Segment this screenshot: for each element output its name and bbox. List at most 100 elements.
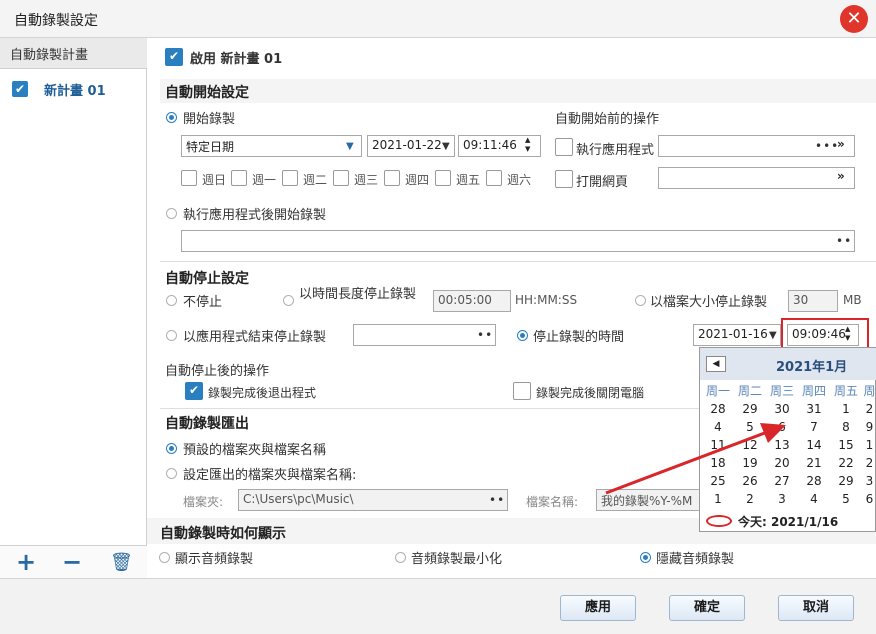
exit-app-label: 錄製完成後退出程式 <box>208 386 317 400</box>
calendar-day[interactable]: 3 <box>862 474 876 492</box>
annotation-arrow <box>605 423 786 495</box>
by-time-radio[interactable] <box>517 330 528 341</box>
no-stop-radio[interactable] <box>166 295 177 306</box>
weekday-row: 週日 週一 週二 週三 週四 週五 週六 <box>181 169 541 189</box>
open-web-url-input[interactable]: » <box>658 167 855 189</box>
auto-stop-title: 自動停止設定 <box>165 271 249 287</box>
calendar-day[interactable]: 29 <box>830 474 862 492</box>
weekday-checkbox[interactable] <box>384 170 400 186</box>
calendar-day[interactable]: 2 <box>862 456 876 474</box>
exit-app-checkbox[interactable]: ✔ <box>185 382 203 400</box>
by-duration-radio[interactable] <box>283 295 294 306</box>
calendar-day[interactable]: 31 <box>798 402 830 420</box>
weekday-checkbox[interactable] <box>435 170 451 186</box>
calendar-day[interactable]: 28 <box>798 474 830 492</box>
calendar-day[interactable]: 8 <box>830 420 862 438</box>
calendar-day[interactable]: 9 <box>862 420 876 438</box>
calendar-day[interactable]: 22 <box>830 456 862 474</box>
shutdown-checkbox[interactable] <box>513 382 531 400</box>
prev-month-button[interactable]: ◀ <box>706 356 726 372</box>
open-web-checkbox[interactable] <box>555 170 573 188</box>
ok-button[interactable]: 確定 <box>669 595 745 621</box>
hide-radio[interactable] <box>640 552 651 563</box>
calendar-weekday: 周二 <box>737 384 762 398</box>
calendar-day[interactable]: 7 <box>798 420 830 438</box>
cancel-button[interactable]: 取消 <box>778 595 854 621</box>
double-chevron-right-icon[interactable]: » <box>837 137 845 151</box>
minimize-radio[interactable] <box>395 552 406 563</box>
browse-dots-icon[interactable]: ••• <box>815 139 839 153</box>
by-duration-label: 以時間長度停止錄製 <box>299 287 417 302</box>
weekday-label: 週四 <box>405 173 430 187</box>
start-recording-radio[interactable] <box>166 112 177 123</box>
duration-input[interactable]: 00:05:00 <box>433 290 511 312</box>
spinner-arrows-icon[interactable]: ▲ ▼ <box>845 325 850 343</box>
folder-label: 檔案夾: <box>183 495 224 509</box>
browse-dots-icon[interactable]: ••• <box>477 328 495 342</box>
browse-dots-icon[interactable]: ••• <box>489 493 507 507</box>
calendar-day[interactable]: 6 <box>862 492 876 510</box>
by-app-end-radio[interactable] <box>166 330 177 341</box>
after-app-path-input[interactable]: ••• <box>181 230 855 252</box>
stop-date-picker[interactable]: 2021-01-16 ▼ <box>693 324 781 346</box>
stop-time-spinner[interactable]: 09:09:46 ▲ ▼ <box>787 324 859 346</box>
hide-label: 隱藏音頻錄製 <box>656 552 735 567</box>
add-plan-button[interactable]: + <box>16 548 36 576</box>
custom-export-radio[interactable] <box>166 468 177 479</box>
enable-plan-label: 啟用 新計畫 01 <box>190 52 283 67</box>
enable-plan-checkbox[interactable]: ✔ <box>165 48 183 66</box>
remove-plan-button[interactable]: − <box>62 548 82 576</box>
plan-list-item[interactable]: ✔ 新計畫 01 <box>0 74 147 104</box>
double-chevron-right-icon[interactable]: » <box>837 169 845 183</box>
by-size-radio[interactable] <box>635 295 646 306</box>
start-mode-select[interactable]: 特定日期 ▼ <box>181 135 362 157</box>
weekday-label: 週二 <box>303 173 328 187</box>
size-unit: MB <box>843 293 862 307</box>
weekday-checkbox[interactable] <box>282 170 298 186</box>
weekday-checkbox[interactable] <box>333 170 349 186</box>
app-end-path-input[interactable]: ••• <box>353 324 496 346</box>
browse-dots-icon[interactable]: ••• <box>836 234 854 248</box>
plan-enabled-checkbox[interactable]: ✔ <box>12 81 28 97</box>
weekday-checkbox[interactable] <box>181 170 197 186</box>
after-app-radio[interactable] <box>166 208 177 219</box>
calendar-day[interactable]: 1 <box>862 438 876 456</box>
chevron-down-icon: ▼ <box>346 141 354 152</box>
weekday-checkbox[interactable] <box>486 170 502 186</box>
duration-unit: HH:MM:SS <box>515 293 578 307</box>
start-time-spinner[interactable]: 09:11:46 ▲ ▼ <box>458 135 541 157</box>
filename-label: 檔案名稱: <box>526 495 579 509</box>
calendar-day[interactable]: 1 <box>830 402 862 420</box>
size-input[interactable]: 30 <box>788 290 838 312</box>
divider <box>160 408 700 409</box>
calendar-day[interactable]: 4 <box>798 492 830 510</box>
export-title: 自動錄製匯出 <box>165 416 249 432</box>
spinner-arrows-icon[interactable]: ▲ ▼ <box>525 136 530 154</box>
arrow-shaft <box>605 429 771 495</box>
default-export-radio[interactable] <box>166 443 177 454</box>
calendar-day[interactable]: 5 <box>830 492 862 510</box>
display-title: 自動錄製時如何顯示 <box>160 526 286 542</box>
custom-export-label: 設定匯出的檔案夾與檔案名稱: <box>183 468 357 483</box>
start-date-picker[interactable]: 2021-01-22 ▼ <box>367 135 455 157</box>
delete-plan-icon[interactable]: 🗑 <box>110 552 133 573</box>
weekday-checkbox[interactable] <box>231 170 247 186</box>
post-actions-title: 自動停止後的操作 <box>165 364 270 379</box>
close-button[interactable]: ✕ <box>840 5 868 33</box>
weekday-label: 週六 <box>507 173 532 187</box>
calendar-day[interactable]: 14 <box>798 438 830 456</box>
weekday-label: 週三 <box>354 173 379 187</box>
calendar-day[interactable]: 2 <box>862 402 876 420</box>
calendar-today-label[interactable]: 今天: 2021/1/16 <box>738 513 838 530</box>
show-radio[interactable] <box>159 552 170 563</box>
divider <box>160 261 876 262</box>
calendar-day[interactable]: 21 <box>798 456 830 474</box>
run-app-checkbox[interactable] <box>555 138 573 156</box>
calendar-day[interactable]: 15 <box>830 438 862 456</box>
run-app-path-input[interactable]: ••• » <box>658 135 855 157</box>
auto-start-title: 自動開始設定 <box>165 85 249 101</box>
apply-button[interactable]: 應用 <box>560 595 636 621</box>
calendar-month-label: 2021年1月 <box>776 360 848 375</box>
folder-input[interactable]: C:\Users\pc\Music\ ••• <box>238 489 508 511</box>
by-size-label: 以檔案大小停止錄製 <box>650 295 768 310</box>
